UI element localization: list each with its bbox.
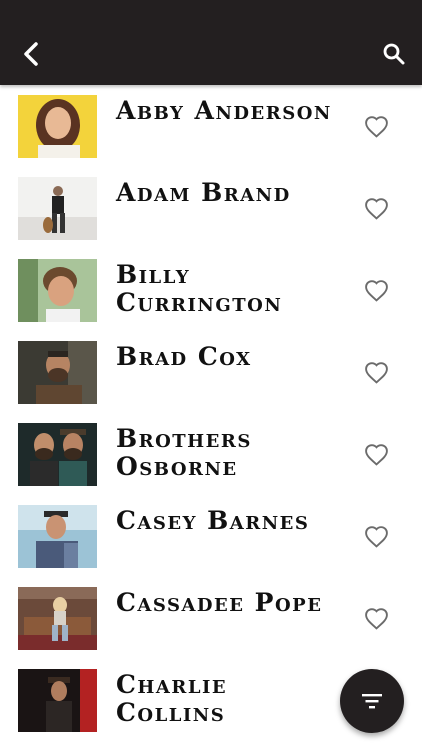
artist-name: Brad Cox [116,342,252,371]
search-button[interactable] [378,38,410,70]
search-icon [383,43,405,65]
artist-name: Cassadee Pope [116,588,323,617]
back-button[interactable] [16,38,48,70]
filter-icon [362,694,382,709]
artist-row[interactable]: Brad Cox [0,331,422,413]
artist-photo [18,177,97,240]
heart-icon[interactable] [364,197,389,220]
artist-photo [18,341,97,404]
heart-icon[interactable] [364,525,389,548]
artist-name: Billy Currington [116,260,283,317]
artist-name: Adam Brand [116,178,291,207]
artist-list: Abby Anderson Adam Brand Billy Curringto… [0,85,422,750]
artist-photo [18,587,97,650]
heart-icon[interactable] [364,607,389,630]
artist-photo [18,669,97,732]
artist-photo [18,423,97,486]
heart-icon[interactable] [364,115,389,138]
artist-name: Brothers Osborne [116,424,252,481]
heart-icon[interactable] [364,361,389,384]
heart-icon[interactable] [364,443,389,466]
artist-row[interactable]: Adam Brand [0,167,422,249]
artist-row[interactable]: Casey Barnes [0,495,422,577]
chevron-left-icon [24,42,38,66]
artist-name: Abby Anderson [116,96,332,125]
artist-row[interactable]: Abby Anderson [0,85,422,167]
filter-button[interactable] [340,669,404,733]
artist-row[interactable]: Brothers Osborne [0,413,422,495]
artist-photo [18,95,97,158]
artist-photo [18,259,97,322]
artist-name: Casey Barnes [116,506,310,535]
artist-photo [18,505,97,568]
artist-row[interactable]: Billy Currington [0,249,422,331]
heart-icon[interactable] [364,279,389,302]
app-header [0,0,422,85]
artist-name: Charlie Collins [116,670,228,727]
artist-row[interactable]: Cassadee Pope [0,577,422,659]
